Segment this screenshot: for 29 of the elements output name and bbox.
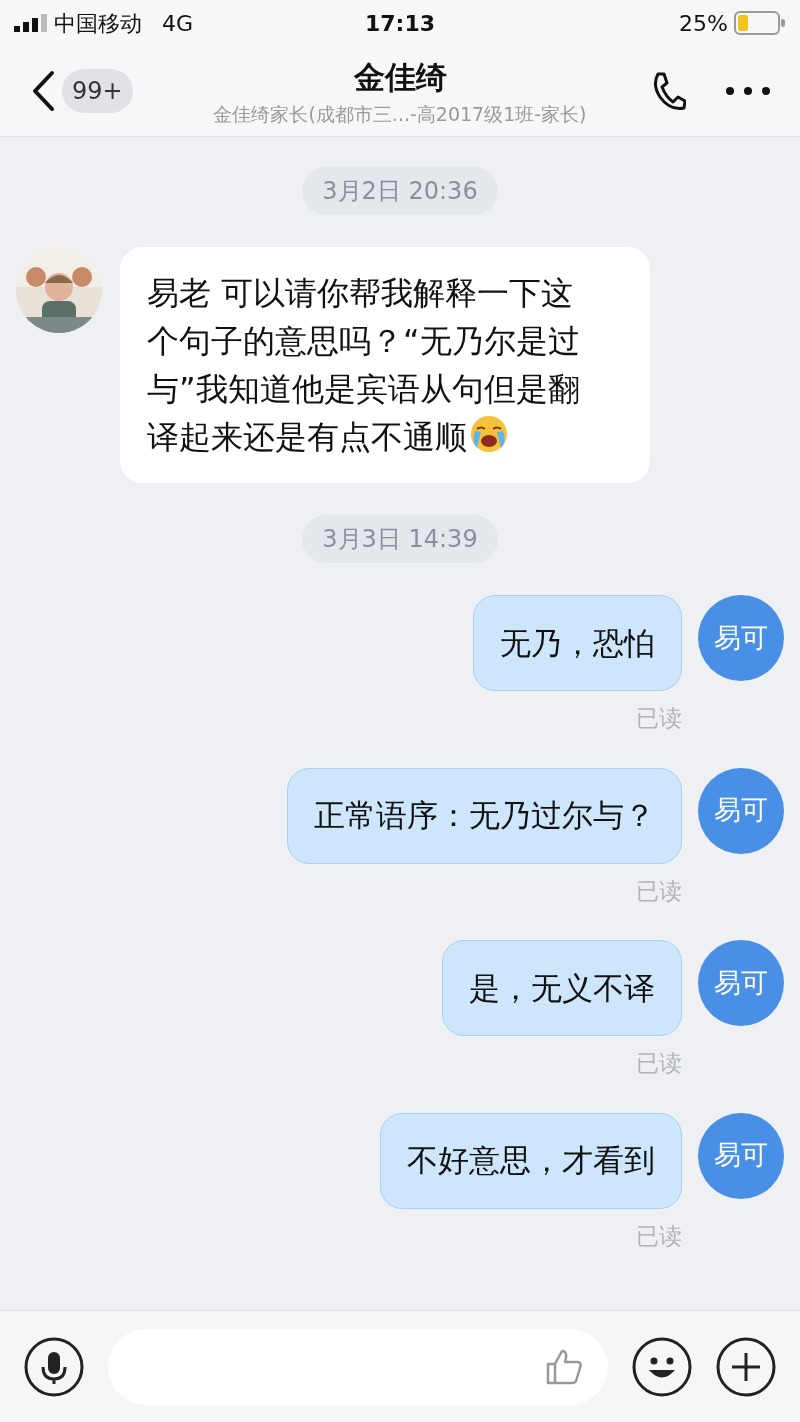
read-receipt: 已读 [636, 1221, 682, 1251]
timestamp: 3月2日 20:36 [302, 167, 498, 215]
outgoing-message-bubble: 无乃，恐怕 [473, 595, 682, 691]
more-icon[interactable] [726, 87, 770, 95]
outgoing-message-bubble: 是，无义不译 [442, 940, 682, 1036]
read-receipt: 已读 [636, 704, 682, 733]
plus-icon[interactable] [716, 1336, 776, 1397]
read-receipt: 已读 [636, 876, 682, 906]
incoming-message-bubble: 易老 可以请你帮我解释一下这个句子的意思吗？“无乃尔是过与”我知道他是宾语从句但是翻译起来还是有点不通顺 [120, 247, 650, 483]
chat-title: 金佳绮 [353, 57, 447, 97]
user-avatar[interactable]: 易可 [698, 595, 784, 681]
read-receipt: 已读 [636, 1049, 682, 1078]
timestamp: 3月3日 14:39 [302, 515, 498, 563]
outgoing-message-bubble: 正常语序：无乃过尔与？ [287, 767, 682, 864]
battery-icon [734, 11, 786, 35]
user-avatar[interactable]: 易可 [698, 767, 784, 854]
network-type: 4G [162, 9, 194, 38]
battery-percent: 25% [679, 9, 728, 38]
unread-badge: 99+ [62, 69, 133, 113]
user-avatar[interactable]: 易可 [698, 940, 784, 1026]
carrier-name: 中国移动 [54, 9, 142, 38]
clock: 17:13 [365, 9, 435, 38]
user-avatar[interactable]: 易可 [698, 1112, 784, 1199]
chat-subtitle: 金佳绮家长(成都市三...-高2017级1班-家长) [213, 102, 587, 127]
back-icon[interactable] [30, 70, 56, 112]
outgoing-message-bubble: 不好意思，才看到 [380, 1112, 682, 1209]
microphone-icon[interactable] [24, 1336, 84, 1397]
signal-icon [14, 14, 48, 32]
emoji-icon[interactable] [632, 1336, 692, 1397]
